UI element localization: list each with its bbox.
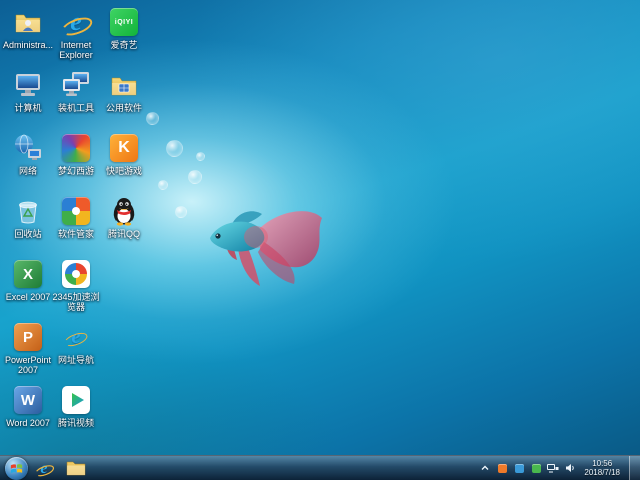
desktop-icon-network[interactable]: 网络 [3,132,53,195]
qq-penguin-icon [108,195,140,227]
taskbar-ie-button[interactable]: e [28,457,60,480]
2345-browser-icon [60,258,92,290]
tray-app-icon-blue[interactable] [513,462,525,474]
ie-taskbar-icon: e [34,458,54,478]
desktop-icon-powerpoint-2007[interactable]: P PowerPoint 2007 [3,321,53,384]
dual-monitors-icon [60,69,92,101]
colorful-game-icon [60,132,92,164]
software-manager-icon [60,195,92,227]
word-glyph: W [21,392,35,409]
tray-hidden-icons-chevron[interactable] [479,462,491,474]
icon-label: Administra... [3,40,53,50]
k-game-glyph: K [118,139,130,157]
computer-icon [12,69,44,101]
icon-label: 2345加速浏览器 [51,292,101,312]
icon-label: Excel 2007 [6,292,51,302]
show-desktop-button[interactable] [629,456,640,480]
icon-label: 装机工具 [58,103,94,113]
desktop-icon-apps-folder[interactable]: 公用软件 [99,69,149,132]
icon-label: Word 2007 [6,418,50,428]
web-navigation-icon: e [60,321,92,353]
icon-label: 计算机 [14,103,41,113]
taskbar: e [0,455,640,480]
icon-label: 快吧游戏 [106,166,142,176]
bubble-decoration [175,206,187,218]
tencent-video-icon [60,384,92,416]
desktop-icon-computer[interactable]: 计算机 [3,69,53,132]
desktop-icon-iqiyi[interactable]: iQIYI 爱奇艺 [99,6,149,69]
icon-label: 回收站 [14,229,41,239]
bubble-decoration [188,170,202,184]
desktop-icon-qq[interactable]: 腾讯QQ [99,195,149,258]
desktop-icon-grid: Administra... 计算机 [4,6,148,447]
desktop-icon-tencent-video[interactable]: 腾讯视频 [51,384,101,447]
iqiyi-glyph: iQIYI [115,19,133,26]
excel-glyph: X [23,266,33,283]
powerpoint-glyph: P [23,329,33,346]
desktop-icon-internet-explorer[interactable]: e Internet Explorer [51,6,101,69]
excel-icon: X [12,258,44,290]
desktop-icon-setup-tools[interactable]: 装机工具 [51,69,101,132]
icon-label: PowerPoint 2007 [3,355,53,375]
clock-time: 10:56 [584,459,620,468]
desktop-icon-web-navigation[interactable]: e 网址导航 [51,321,101,384]
bubble-decoration [196,152,205,161]
powerpoint-icon: P [12,321,44,353]
folder-icon [66,460,86,476]
tray-volume-icon[interactable] [564,462,576,474]
desktop-icon-2345-browser[interactable]: 2345加速浏览器 [51,258,101,321]
tray-app-icon-orange[interactable] [496,462,508,474]
tray-security-icon[interactable] [530,462,542,474]
taskbar-explorer-button[interactable] [60,457,92,480]
desktop-icon-excel-2007[interactable]: X Excel 2007 [3,258,53,321]
start-button[interactable] [5,457,28,480]
clock-date: 2018/7/18 [584,468,620,477]
icon-label: 网络 [19,166,37,176]
icon-label: 软件管家 [58,229,94,239]
betta-fish-wallpaper [202,192,334,294]
iqiyi-icon: iQIYI [108,6,140,38]
windows-flag-icon [9,461,24,476]
recycle-bin-icon [12,195,44,227]
apps-folder-icon [108,69,140,101]
desktop-icon-administrator[interactable]: Administra... [3,6,53,69]
taskbar-clock[interactable]: 10:56 2018/7/18 [584,459,620,477]
user-folder-icon [12,6,44,38]
system-tray: 10:56 2018/7/18 [479,456,640,480]
desktop-icon-recycle-bin[interactable]: 回收站 [3,195,53,258]
network-globe-icon [12,132,44,164]
desktop-icon-software-manager[interactable]: 软件管家 [51,195,101,258]
desktop-surface[interactable]: Administra... 计算机 [0,0,640,480]
internet-explorer-icon: e [60,6,92,38]
icon-label: Internet Explorer [51,40,101,60]
icon-label: 梦幻西游 [58,166,94,176]
icon-label: 网址导航 [58,355,94,365]
desktop-icon-game[interactable]: 梦幻西游 [51,132,101,195]
word-icon: W [12,384,44,416]
desktop-icon-word-2007[interactable]: W Word 2007 [3,384,53,447]
k-game-icon: K [108,132,140,164]
icon-label: 腾讯QQ [108,229,140,239]
icon-label: 爱奇艺 [110,40,137,50]
icon-label: 公用软件 [106,103,142,113]
bubble-decoration [158,180,168,190]
bubble-decoration [166,140,183,157]
icon-label: 腾讯视频 [58,418,94,428]
tray-network-icon[interactable] [547,462,559,474]
desktop-icon-k-game[interactable]: K 快吧游戏 [99,132,149,195]
